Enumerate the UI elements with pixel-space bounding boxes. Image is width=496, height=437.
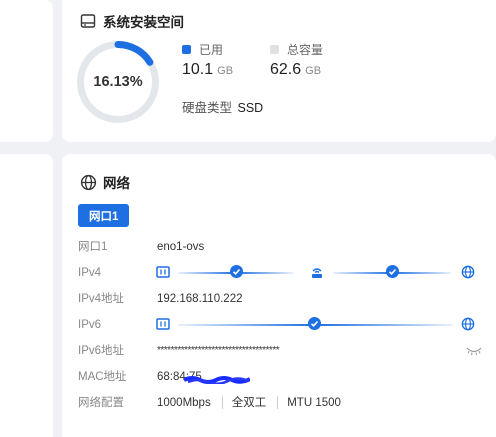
storage-card-header: 系统安装空间 [79, 11, 184, 31]
ipv6-label: IPv6 [78, 319, 102, 331]
left-panel-top [0, 0, 53, 142]
disk-type-value: SSD [237, 101, 264, 115]
router-icon [312, 268, 322, 278]
used-unit: GB [217, 65, 234, 77]
ethernet-port-icon [156, 266, 170, 278]
total-legend-label: 总容量 [287, 43, 324, 57]
tab-port-1[interactable]: 网口1 [78, 204, 130, 227]
storage-percent-label: 16.13% [93, 74, 143, 90]
ipv4-address-label: IPv4地址 [78, 293, 125, 305]
network-config-value: 1000Mbps 全双工 MTU 1500 [157, 395, 341, 411]
left-panel-bottom [0, 154, 53, 437]
used-value: 10.1 [182, 61, 214, 78]
used-stat: 已用 10.1 GB [182, 41, 233, 79]
total-value-line: 62.6 GB [270, 61, 323, 79]
ipv6-address-value: ************************************ [157, 345, 280, 356]
network-card-title: 网络 [103, 176, 130, 191]
config-divider [221, 396, 223, 410]
globe-icon [461, 317, 475, 331]
config-divider [277, 396, 279, 410]
port-label: 网口1 [78, 241, 108, 253]
eye-closed-icon[interactable] [466, 345, 482, 357]
used-value-line: 10.1 GB [182, 61, 233, 79]
ipv6-topology [156, 317, 486, 333]
port-value: eno1-ovs [157, 241, 205, 253]
ethernet-port-icon [156, 318, 170, 330]
duplex-mode: 全双工 [231, 397, 267, 409]
globe-icon [79, 173, 97, 191]
total-legend-swatch [270, 45, 279, 54]
ipv4-label: IPv4 [78, 267, 102, 279]
used-legend-label: 已用 [199, 43, 224, 57]
link-speed: 1000Mbps [157, 397, 211, 409]
disk-type-label: 硬盘类型 [182, 101, 233, 115]
network-card-header: 网络 [79, 172, 130, 192]
storage-card-title: 系统安装空间 [103, 15, 184, 30]
globe-icon [461, 265, 475, 279]
total-unit: GB [305, 65, 322, 77]
used-legend: 已用 [182, 41, 233, 58]
disk-type: 硬盘类型 SSD [182, 97, 263, 116]
checkmark-icon [386, 265, 399, 278]
total-stat: 总容量 62.6 GB [270, 41, 323, 79]
network-card: 网络 网口1 网口1 eno1-ovs IPv4 IPv4地址 192.168.… [62, 154, 496, 437]
ipv4-topology [156, 265, 486, 281]
checkmark-icon [308, 317, 321, 330]
checkmark-icon [230, 265, 243, 278]
system-storage-card: 系统安装空间 16.13% 已用 10.1 GB 总容量 62.6 GB 硬盘类型 … [62, 0, 496, 142]
mac-redaction-scribble [184, 376, 250, 384]
hard-drive-icon [79, 12, 97, 30]
used-legend-swatch [182, 45, 191, 54]
total-legend: 总容量 [270, 41, 323, 58]
mac-address-label: MAC地址 [78, 371, 127, 383]
network-config-label: 网络配置 [78, 397, 124, 409]
ipv6-address-label: IPv6地址 [78, 345, 125, 357]
total-value: 62.6 [270, 61, 302, 78]
mtu-value: MTU 1500 [287, 397, 341, 409]
ipv4-address-value: 192.168.110.222 [157, 293, 243, 305]
